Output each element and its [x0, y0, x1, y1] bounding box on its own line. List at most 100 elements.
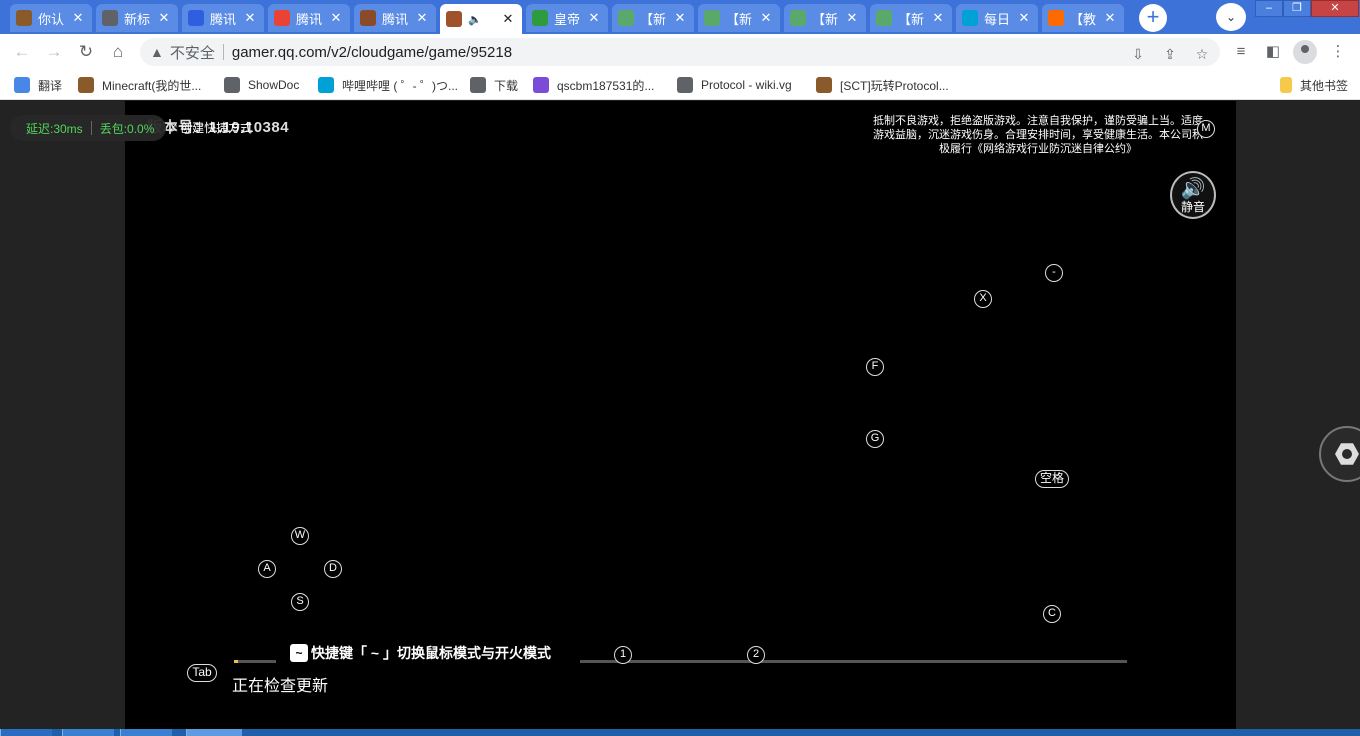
update-progress-fill: [234, 660, 238, 663]
bookmark-star-icon[interactable]: ☆: [1192, 44, 1212, 64]
tab-close-icon[interactable]: ✕: [844, 10, 860, 26]
start-button[interactable]: [0, 729, 52, 736]
other-bookmarks-folder[interactable]: 其他书签: [1280, 75, 1348, 95]
taskbar-app-chrome[interactable]: [62, 729, 114, 736]
mute-button[interactable]: 🔊 静音: [1170, 171, 1216, 219]
bookmark-label: 哔哩哔哩 ( ゜- ゜)つ...: [342, 78, 458, 93]
browser-tab[interactable]: 腾讯 ✕: [268, 4, 350, 32]
taskbar-app-active[interactable]: [186, 729, 242, 736]
browser-tab[interactable]: 每日 ✕: [956, 4, 1038, 32]
tab-close-icon[interactable]: ✕: [758, 10, 774, 26]
close-window-button[interactable]: ✕: [1311, 0, 1359, 17]
browser-tab[interactable]: 【新 ✕: [698, 4, 780, 32]
not-secure-warning-icon[interactable]: ▲: [150, 44, 164, 60]
key-hint-g[interactable]: G: [866, 430, 884, 448]
minecraft-block-icon: [16, 10, 32, 26]
bookmark-item[interactable]: Protocol - wiki.vg: [677, 75, 792, 95]
browser-tab[interactable]: 【新 ✕: [870, 4, 952, 32]
browser-tab[interactable]: 【新 ✕: [784, 4, 866, 32]
bookmark-item[interactable]: 下载: [470, 75, 518, 95]
key-hint-minus[interactable]: -: [1045, 264, 1063, 282]
minimize-window-button[interactable]: –: [1255, 0, 1283, 17]
key-hint-d[interactable]: D: [324, 560, 342, 578]
flag-icon: [1048, 10, 1064, 26]
create-shortcut-label: 创建快捷方式: [180, 121, 253, 135]
bookmark-item[interactable]: 哔哩哔哩 ( ゜- ゜)つ...: [318, 75, 458, 95]
back-button[interactable]: ←: [10, 40, 34, 64]
browser-tab[interactable]: 你认 ✕: [10, 4, 92, 32]
tab-strip: 你认 ✕ 新标 ✕ 腾讯 ✕ 腾讯 ✕ 腾讯 ✕ 🔈 ✕ 皇帝 ✕ 【新 ✕ 【新 ✕ 【新 ✕ 【新 ✕ 每日 ✕ 【教 ✕ +…: [0, 0, 1360, 34]
tab-audio-icon[interactable]: 🔈: [468, 13, 482, 26]
tab-close-icon[interactable]: ✕: [1102, 10, 1118, 26]
browser-menu-button[interactable]: ⋮: [1326, 40, 1350, 64]
profile-avatar[interactable]: [1293, 40, 1317, 64]
cloud-game-viewport[interactable]: 版本号：1.19.10384 抵制不良游戏，拒绝盗版游戏。注意自我保护，谨防受骗…: [125, 101, 1236, 729]
bookmark-item[interactable]: qscbm187531的...: [533, 75, 654, 95]
forward-button[interactable]: →: [42, 40, 66, 64]
latency-label: 延迟:30ms: [26, 121, 83, 136]
key-hint-f[interactable]: F: [866, 358, 884, 376]
key-hint-w[interactable]: W: [291, 527, 309, 545]
share-icon[interactable]: ⇪: [1160, 44, 1180, 64]
shortcut-hint-text: 快捷键「 ~ 」切换鼠标模式与开火模式: [311, 645, 551, 661]
tab-close-icon[interactable]: ✕: [1016, 10, 1032, 26]
floating-settings-button[interactable]: [1319, 426, 1360, 482]
key-hint-s[interactable]: S: [291, 593, 309, 611]
install-app-icon[interactable]: ⇩: [1128, 44, 1148, 64]
tab-close-icon[interactable]: ✕: [930, 10, 946, 26]
tab-title: 腾讯: [296, 11, 323, 27]
baidu-paw-icon: [188, 10, 204, 26]
bookmark-item[interactable]: Minecraft(我的世...: [78, 75, 201, 95]
shortcut-hint-toast: ~ 快捷键「 ~ 」切换鼠标模式与开火模式: [276, 631, 580, 675]
browser-tab[interactable]: 【新 ✕: [612, 4, 694, 32]
tab-close-icon[interactable]: ✕: [586, 10, 602, 26]
tab-close-icon[interactable]: ✕: [70, 10, 86, 26]
tab-close-icon[interactable]: ✕: [414, 10, 430, 26]
security-status-label[interactable]: 不安全: [170, 42, 215, 63]
key-hint-1[interactable]: 1: [614, 646, 632, 664]
bookmark-label: 下载: [494, 78, 519, 93]
browser-tab[interactable]: 🔈 ✕: [440, 4, 522, 34]
tab-close-icon[interactable]: ✕: [242, 10, 258, 26]
reload-button[interactable]: ↻: [74, 40, 98, 64]
restore-window-button[interactable]: ❐: [1283, 0, 1311, 17]
url-text[interactable]: gamer.qq.com/v2/cloudgame/game/95218: [232, 44, 512, 61]
bookmark-item[interactable]: ShowDoc: [224, 75, 299, 95]
key-hint-x[interactable]: X: [974, 290, 992, 308]
browser-tab[interactable]: 【教 ✕: [1042, 4, 1124, 32]
tab-title: 你认: [38, 11, 65, 27]
key-hint-space[interactable]: 空格: [1035, 470, 1069, 488]
side-panel-icon[interactable]: ◧: [1261, 40, 1285, 64]
home-button[interactable]: ⌂: [106, 40, 130, 64]
taskbar-app-explorer[interactable]: [120, 729, 172, 736]
browser-tab[interactable]: 新标 ✕: [96, 4, 178, 32]
tab-close-icon[interactable]: ✕: [500, 11, 516, 27]
tab-title: 皇帝: [554, 11, 581, 27]
bookmark-item[interactable]: [SCT]玩转Protocol...: [816, 75, 949, 95]
browser-tab[interactable]: 皇帝 ✕: [526, 4, 608, 32]
tab-title: 【新: [726, 11, 753, 27]
key-hint-c[interactable]: C: [1043, 605, 1061, 623]
mute-label: 静音: [1180, 200, 1205, 214]
tab-close-icon[interactable]: ✕: [156, 10, 172, 26]
bookmark-item[interactable]: 翻译: [14, 75, 62, 95]
address-bar[interactable]: ▲ 不安全 gamer.qq.com/v2/cloudgame/game/952…: [140, 38, 1220, 66]
key-hint-tab[interactable]: Tab: [187, 664, 217, 682]
key-hint-a[interactable]: A: [258, 560, 276, 578]
key-hint-2[interactable]: 2: [747, 646, 765, 664]
cloud-icon: [533, 77, 549, 93]
globe-icon: [677, 77, 693, 93]
tab-search-button[interactable]: ⌄: [1216, 3, 1246, 31]
key-hint-m[interactable]: M: [1197, 120, 1215, 138]
new-tab-button[interactable]: +: [1139, 4, 1167, 32]
tab-close-icon[interactable]: ✕: [328, 10, 344, 26]
tab-close-icon[interactable]: ✕: [672, 10, 688, 26]
tab-title: 【新: [812, 11, 839, 27]
tab-title: 每日: [984, 11, 1011, 27]
media-controls-icon[interactable]: ≡: [1229, 40, 1253, 64]
create-shortcut-link[interactable]: ⤤ 创建快捷方式: [170, 119, 252, 136]
browser-tab[interactable]: 腾讯 ✕: [354, 4, 436, 32]
tab-title: 【新: [640, 11, 667, 27]
browser-tab[interactable]: 腾讯 ✕: [182, 4, 264, 32]
browser-toolbar: ← → ↻ ⌂ ▲ 不安全 gamer.qq.com/v2/cloudgame/…: [0, 34, 1360, 70]
